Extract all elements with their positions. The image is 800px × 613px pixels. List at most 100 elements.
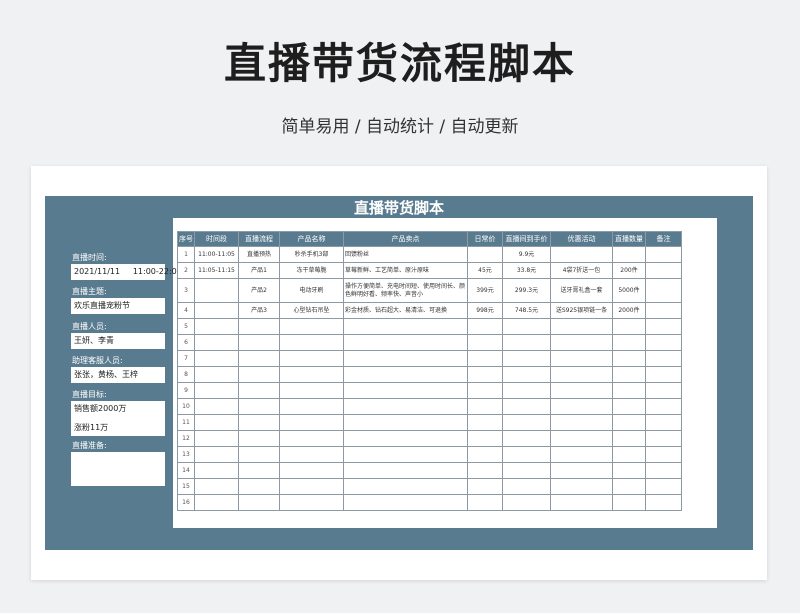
flow-cell[interactable] <box>238 334 280 351</box>
flow-cell[interactable] <box>238 478 280 495</box>
note-cell[interactable] <box>645 366 682 383</box>
flow-cell[interactable]: 产品2 <box>238 278 280 303</box>
time-cell[interactable]: 11:00-11:05 <box>194 246 239 263</box>
note-cell[interactable] <box>645 350 682 367</box>
promo-cell[interactable] <box>550 494 613 511</box>
product-name-cell[interactable] <box>279 398 344 415</box>
regular-price-cell[interactable] <box>467 382 503 399</box>
regular-price-cell[interactable] <box>467 366 503 383</box>
promo-cell[interactable] <box>550 462 613 479</box>
promo-cell[interactable]: 送牙膏礼盒一套 <box>550 278 613 303</box>
row-number[interactable]: 11 <box>177 414 195 431</box>
time-cell[interactable] <box>194 446 239 463</box>
live-price-cell[interactable] <box>502 334 551 351</box>
product-name-cell[interactable] <box>279 366 344 383</box>
quantity-cell[interactable] <box>612 446 646 463</box>
regular-price-cell[interactable] <box>467 398 503 415</box>
product-name-cell[interactable]: 秒杀手机3部 <box>279 246 344 263</box>
selling-point-cell[interactable] <box>343 350 468 367</box>
goal-field[interactable]: 销售额2000万 涨粉11万 <box>71 401 165 436</box>
quantity-cell[interactable] <box>612 246 646 263</box>
promo-cell[interactable] <box>550 430 613 447</box>
live-price-cell[interactable] <box>502 494 551 511</box>
assistant-field[interactable]: 张张，黄杨、王梓 <box>71 367 165 383</box>
time-cell[interactable] <box>194 334 239 351</box>
row-number[interactable]: 6 <box>177 334 195 351</box>
promo-cell[interactable] <box>550 366 613 383</box>
flow-cell[interactable] <box>238 494 280 511</box>
promo-cell[interactable] <box>550 398 613 415</box>
quantity-cell[interactable]: 200件 <box>612 262 646 279</box>
flow-cell[interactable] <box>238 414 280 431</box>
promo-cell[interactable] <box>550 382 613 399</box>
product-name-cell[interactable] <box>279 494 344 511</box>
quantity-cell[interactable] <box>612 382 646 399</box>
host-field[interactable]: 王妍、李青 <box>71 333 165 349</box>
note-cell[interactable] <box>645 262 682 279</box>
product-name-cell[interactable] <box>279 462 344 479</box>
regular-price-cell[interactable] <box>467 478 503 495</box>
selling-point-cell[interactable] <box>343 334 468 351</box>
flow-cell[interactable] <box>238 446 280 463</box>
live-price-cell[interactable]: 33.8元 <box>502 262 551 279</box>
flow-cell[interactable] <box>238 318 280 335</box>
row-number[interactable]: 14 <box>177 462 195 479</box>
note-cell[interactable] <box>645 302 682 319</box>
live-price-cell[interactable]: 9.9元 <box>502 246 551 263</box>
note-cell[interactable] <box>645 334 682 351</box>
live-price-cell[interactable]: 299.3元 <box>502 278 551 303</box>
flow-cell[interactable] <box>238 430 280 447</box>
time-cell[interactable] <box>194 462 239 479</box>
quantity-cell[interactable] <box>612 462 646 479</box>
quantity-cell[interactable]: 5000件 <box>612 278 646 303</box>
flow-cell[interactable] <box>238 462 280 479</box>
selling-point-cell[interactable] <box>343 478 468 495</box>
flow-cell[interactable]: 产品1 <box>238 262 280 279</box>
live-price-cell[interactable] <box>502 350 551 367</box>
promo-cell[interactable] <box>550 446 613 463</box>
quantity-cell[interactable] <box>612 334 646 351</box>
selling-point-cell[interactable] <box>343 318 468 335</box>
live-price-cell[interactable] <box>502 318 551 335</box>
time-cell[interactable] <box>194 398 239 415</box>
row-number[interactable]: 12 <box>177 430 195 447</box>
selling-point-cell[interactable] <box>343 430 468 447</box>
row-number[interactable]: 2 <box>177 262 195 279</box>
note-cell[interactable] <box>645 398 682 415</box>
live-price-cell[interactable]: 748.5元 <box>502 302 551 319</box>
live-price-cell[interactable] <box>502 366 551 383</box>
quantity-cell[interactable] <box>612 350 646 367</box>
row-number[interactable]: 4 <box>177 302 195 319</box>
regular-price-cell[interactable] <box>467 430 503 447</box>
note-cell[interactable] <box>645 318 682 335</box>
live-price-cell[interactable] <box>502 430 551 447</box>
promo-cell[interactable] <box>550 414 613 431</box>
note-cell[interactable] <box>645 278 682 303</box>
time-cell[interactable] <box>194 302 239 319</box>
time-cell[interactable] <box>194 278 239 303</box>
selling-point-cell[interactable]: 回馈粉丝 <box>343 246 468 263</box>
row-number[interactable]: 16 <box>177 494 195 511</box>
live-price-cell[interactable] <box>502 382 551 399</box>
time-cell[interactable] <box>194 350 239 367</box>
product-name-cell[interactable] <box>279 446 344 463</box>
row-number[interactable]: 9 <box>177 382 195 399</box>
product-name-cell[interactable]: 心型钻石吊坠 <box>279 302 344 319</box>
product-name-cell[interactable] <box>279 350 344 367</box>
product-name-cell[interactable] <box>279 318 344 335</box>
note-cell[interactable] <box>645 382 682 399</box>
selling-point-cell[interactable] <box>343 382 468 399</box>
regular-price-cell[interactable] <box>467 462 503 479</box>
selling-point-cell[interactable] <box>343 494 468 511</box>
selling-point-cell[interactable] <box>343 414 468 431</box>
product-name-cell[interactable] <box>279 478 344 495</box>
promo-cell[interactable] <box>550 478 613 495</box>
note-cell[interactable] <box>645 494 682 511</box>
row-number[interactable]: 7 <box>177 350 195 367</box>
promo-cell[interactable] <box>550 350 613 367</box>
promo-cell[interactable]: 送S925银项链一条 <box>550 302 613 319</box>
note-cell[interactable] <box>645 462 682 479</box>
product-name-cell[interactable]: 冻干草莓脆 <box>279 262 344 279</box>
product-name-cell[interactable] <box>279 382 344 399</box>
live-price-cell[interactable] <box>502 414 551 431</box>
